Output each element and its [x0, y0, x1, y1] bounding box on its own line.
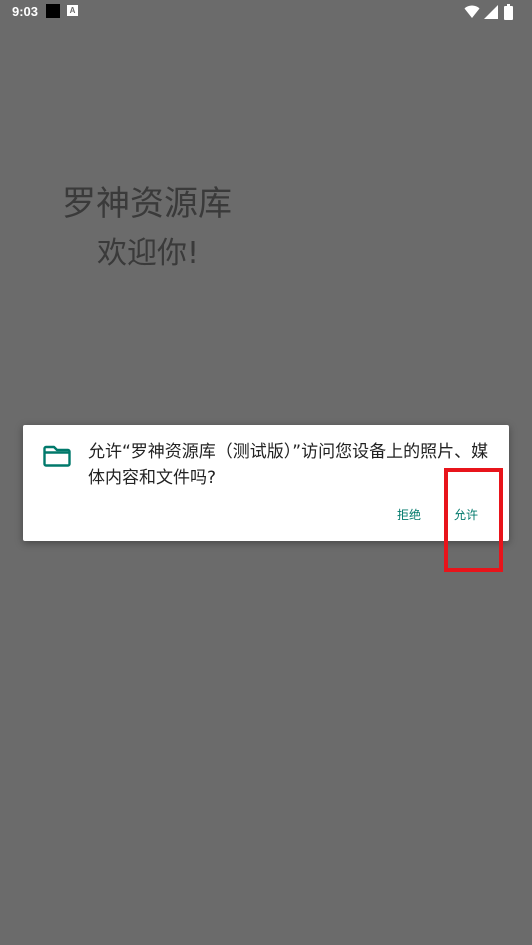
permission-dialog: 允许“罗神资源库（测试版）”访问您设备上的照片、媒体内容和文件吗? 拒绝 允许	[23, 425, 509, 541]
notification-icon	[46, 4, 60, 18]
folder-icon	[43, 445, 71, 467]
status-time: 9:03	[12, 4, 39, 19]
notification-a-icon: A	[67, 5, 78, 16]
dialog-message: 允许“罗神资源库（测试版）”访问您设备上的照片、媒体内容和文件吗?	[88, 442, 489, 488]
app-title: 罗神资源库	[62, 184, 232, 224]
deny-button[interactable]: 拒绝	[391, 505, 427, 525]
welcome-text: 欢迎你!	[97, 236, 200, 271]
wifi-icon	[464, 5, 480, 18]
highlight-box	[444, 468, 503, 572]
battery-icon	[504, 4, 513, 20]
cellular-icon	[484, 5, 498, 19]
system-icons	[464, 3, 524, 21]
status-bar: 9:03 A	[0, 0, 532, 24]
